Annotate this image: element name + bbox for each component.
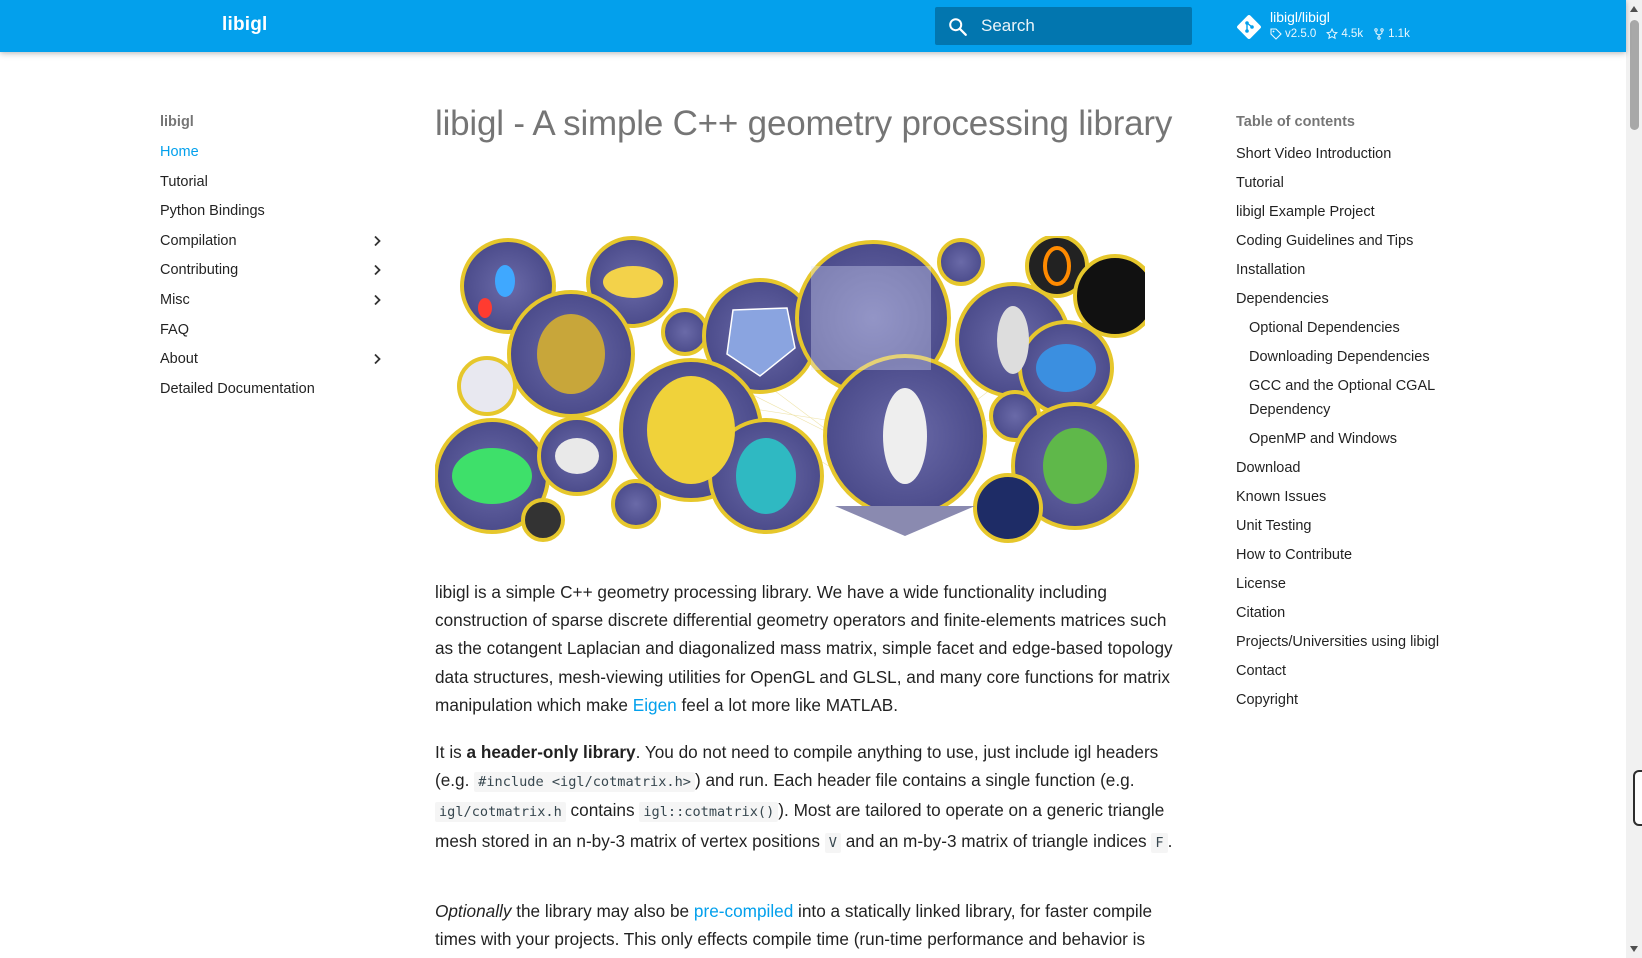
- side-tab-handle[interactable]: [1633, 770, 1642, 826]
- toc-item-contact[interactable]: Contact: [1236, 657, 1496, 686]
- repo-version: v2.5.0: [1270, 28, 1316, 40]
- fork-icon: [1374, 28, 1384, 40]
- text-segment: the library may also be: [511, 901, 694, 921]
- tag-icon: [1270, 28, 1282, 40]
- toc-item-coding-guidelines[interactable]: Coding Guidelines and Tips: [1236, 227, 1496, 256]
- toc-item-download[interactable]: Download: [1236, 454, 1496, 483]
- eigen-link[interactable]: Eigen: [633, 695, 677, 715]
- nav-item-detailed-documentation[interactable]: Detailed Documentation: [160, 377, 390, 407]
- toc-item-tutorial[interactable]: Tutorial: [1236, 169, 1496, 198]
- nav-item-about[interactable]: About: [160, 347, 390, 377]
- nav-item-label: Compilation: [160, 232, 237, 249]
- search-icon: [949, 18, 967, 36]
- toc-item-unit-testing[interactable]: Unit Testing: [1236, 512, 1496, 541]
- toc-item-citation[interactable]: Citation: [1236, 599, 1496, 628]
- nav-item-label: Misc: [160, 291, 190, 308]
- search-input[interactable]: [981, 7, 1181, 45]
- toc-title: Table of contents: [1236, 114, 1355, 130]
- toc-item-openmp-windows[interactable]: OpenMP and Windows: [1236, 425, 1496, 454]
- toc-item-installation[interactable]: Installation: [1236, 256, 1496, 285]
- nav-item-label: Python Bindings: [160, 203, 265, 220]
- star-icon: [1326, 28, 1339, 40]
- text-segment: and an m-by-3 matrix of triangle indices: [840, 830, 1152, 851]
- nav-item-home[interactable]: Home: [160, 140, 390, 170]
- chevron-right-icon: [374, 265, 381, 276]
- code-f: F: [1151, 832, 1168, 853]
- main-content: libigl - A simple C++ geometry processin…: [435, 100, 1180, 949]
- toc-item-known-issues[interactable]: Known Issues: [1236, 483, 1496, 512]
- nav-item-label: Contributing: [160, 262, 239, 279]
- search-box[interactable]: [935, 7, 1192, 45]
- chevron-right-icon: [374, 235, 381, 246]
- top-header: libigl libigl/libigl v2.5.0 4.5k: [0, 0, 1626, 52]
- repo-forks: 1.1k: [1373, 28, 1410, 40]
- repo-stars-text: 4.5k: [1341, 28, 1364, 40]
- chevron-right-icon: [374, 354, 381, 365]
- table-of-contents: Table of contents Short Video Introducti…: [1236, 110, 1496, 715]
- nav-item-label: Home: [160, 144, 199, 160]
- nav-item-tutorial[interactable]: Tutorial: [160, 170, 390, 200]
- nav-item-label: Tutorial: [160, 173, 208, 190]
- code-function: igl::cotmatrix(): [639, 802, 779, 823]
- repo-version-text: v2.5.0: [1285, 28, 1317, 40]
- nav-item-label: FAQ: [160, 321, 190, 338]
- toc-item-dependencies[interactable]: Dependencies: [1236, 285, 1496, 314]
- nav-title: libigl: [160, 114, 194, 130]
- toc-item-how-to-contribute[interactable]: How to Contribute: [1236, 541, 1496, 570]
- code-header-file: igl/cotmatrix.h: [435, 802, 566, 823]
- text-segment: ) and run. Each header file contains a s…: [694, 770, 1135, 791]
- text-segment: It is: [435, 742, 467, 762]
- scroll-up-arrow-icon[interactable]: [1630, 6, 1638, 12]
- scroll-down-arrow-icon[interactable]: [1630, 946, 1638, 952]
- toc-item-short-video-introduction[interactable]: Short Video Introduction: [1236, 140, 1496, 169]
- site-title[interactable]: libigl: [222, 14, 268, 36]
- repo-stars: 4.5k: [1326, 28, 1363, 40]
- toc-item-optional-dependencies[interactable]: Optional Dependencies: [1236, 314, 1496, 343]
- hero-collage-image: [435, 236, 1145, 543]
- optional-compile-paragraph: Optionally the library may also be pre-c…: [435, 897, 1183, 953]
- intro-text-tail: feel a lot more like MATLAB.: [676, 694, 899, 715]
- scrollbar-thumb[interactable]: [1630, 20, 1639, 130]
- toc-item-copyright[interactable]: Copyright: [1236, 686, 1496, 715]
- toc-item-example-project[interactable]: libigl Example Project: [1236, 198, 1496, 227]
- toc-item-license[interactable]: License: [1236, 570, 1496, 599]
- nav-item-faq[interactable]: FAQ: [160, 318, 390, 348]
- code-include: #include <igl/cotmatrix.h>: [474, 772, 695, 793]
- intro-paragraph: libigl is a simple C++ geometry processi…: [435, 578, 1183, 719]
- nav-item-label: About: [160, 351, 198, 368]
- pre-compiled-link[interactable]: pre-compiled: [694, 901, 793, 921]
- code-v: V: [824, 832, 841, 853]
- nav-item-python-bindings[interactable]: Python Bindings: [160, 199, 390, 229]
- repo-facts: v2.5.0 4.5k 1.1k: [1270, 28, 1410, 40]
- repo-forks-text: 1.1k: [1388, 28, 1410, 40]
- primary-nav: libigl Home Tutorial Python Bindings Com…: [160, 110, 390, 406]
- toc-item-downloading-dependencies[interactable]: Downloading Dependencies: [1236, 343, 1496, 372]
- chevron-right-icon: [374, 294, 381, 306]
- nav-item-label: Detailed Documentation: [160, 380, 315, 397]
- optionally-emphasis: Optionally: [435, 901, 512, 921]
- header-only-emphasis: a header-only library: [466, 742, 636, 762]
- toc-item-projects-universities[interactable]: Projects/Universities using libigl: [1236, 628, 1496, 657]
- page-title: libigl - A simple C++ geometry processin…: [435, 104, 1173, 143]
- toc-item-gcc-cgal[interactable]: GCC and the Optional CGAL Dependency: [1236, 372, 1496, 425]
- header-only-paragraph: It is a header-only library. You do not …: [435, 738, 1183, 857]
- nav-item-misc[interactable]: Misc: [160, 288, 390, 318]
- nav-item-compilation[interactable]: Compilation: [160, 229, 390, 259]
- nav-item-contributing[interactable]: Contributing: [160, 258, 390, 288]
- text-segment: contains: [565, 800, 640, 821]
- repo-name: libigl/libigl: [1270, 9, 1330, 25]
- text-segment: .: [1167, 830, 1173, 851]
- git-icon: [1237, 15, 1261, 39]
